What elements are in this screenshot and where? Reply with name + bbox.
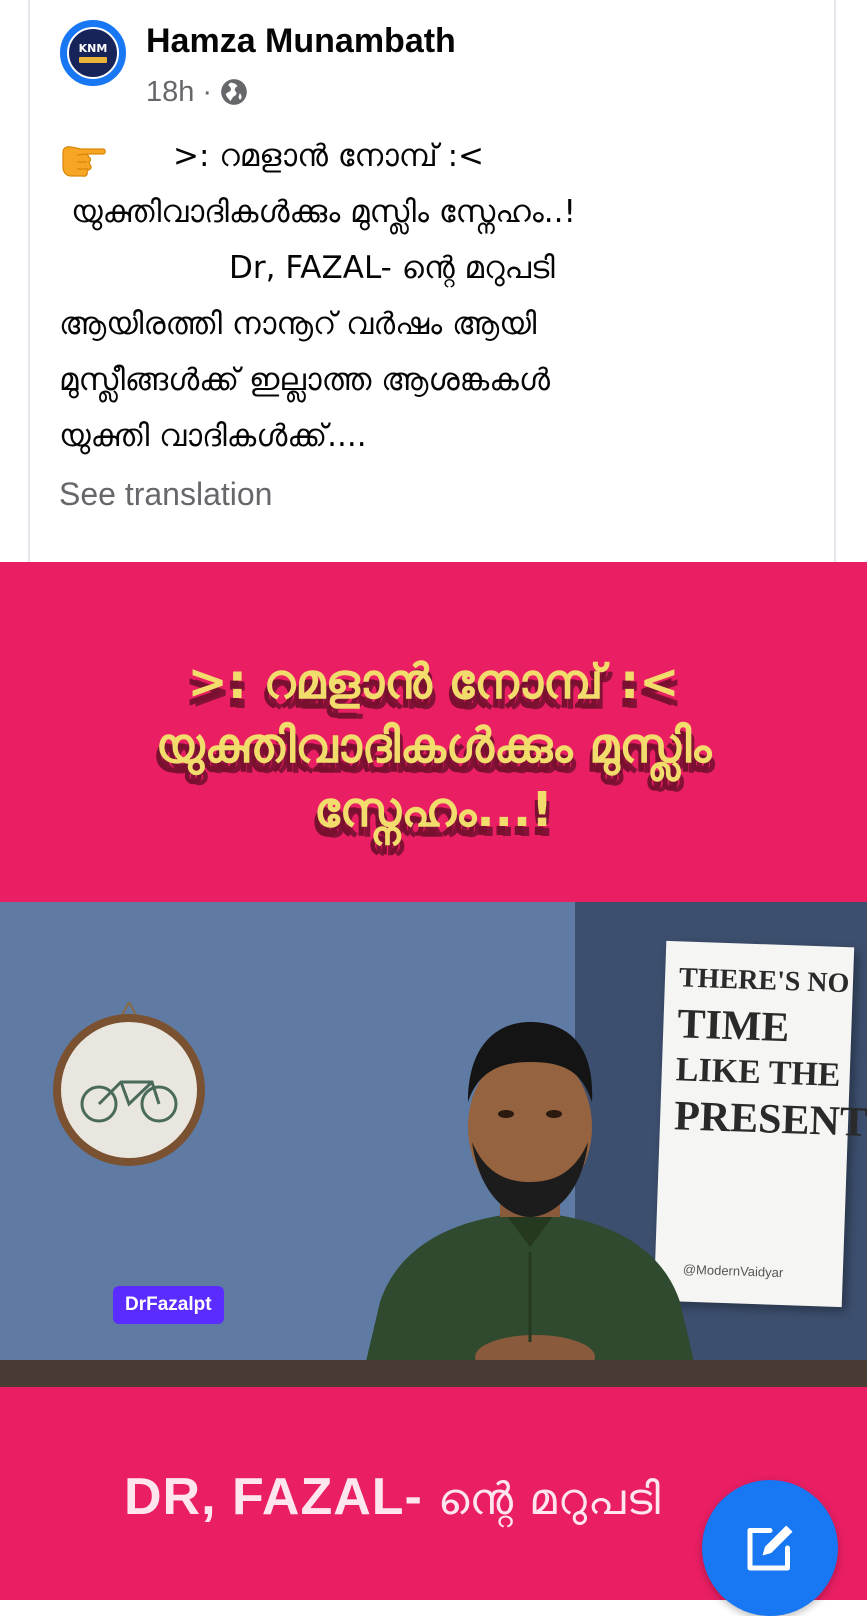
globe-icon[interactable] — [220, 78, 248, 106]
video-headline-line: സ്നേഹം...! — [314, 782, 553, 838]
author-name[interactable]: Hamza Munambath — [146, 22, 456, 61]
post-meta: 18h · — [146, 74, 248, 110]
post-line-5: മുസ്ലീങ്ങൾക്ക് ഇല്ലാത്ത ആശങ്കകൾ — [59, 362, 550, 398]
post-line-3: Dr, FAZAL- ന്റെ മറുപടി — [229, 250, 555, 286]
video-caption: DR, FAZAL- ന്റെ മറുപടി — [124, 1467, 661, 1527]
video-frame: THERE'S NO TIME LIKE THE PRESENT @Modern… — [0, 902, 867, 1387]
wall-clock-image — [53, 1002, 205, 1166]
post-body: >: റമളാൻ നോമ്പ് :< യുക്തിവാദികൾക്കും മുസ… — [59, 128, 819, 464]
post-line-1-text: >: റമളാൻ നോമ്പ് :< — [173, 138, 484, 174]
edit-icon — [747, 1525, 793, 1571]
desk — [0, 1360, 867, 1387]
video-headline-line: >: റമളാൻ നോമ്പ് :< — [187, 654, 680, 710]
channel-badge: DrFazalpt — [113, 1286, 224, 1324]
compose-button[interactable] — [702, 1480, 838, 1616]
avatar-logo-strip — [79, 57, 107, 63]
post-line-6: യുക്തി വാദികൾക്ക്.... — [59, 418, 367, 454]
pointing-hand-icon — [59, 138, 107, 178]
post-timestamp[interactable]: 18h — [146, 76, 194, 109]
post-line-2: യുക്തിവാദികൾക്കും മുസ്ലിം സ്നേഹം..! — [71, 194, 576, 230]
caption-malayalam: ന്റെ മറുപടി — [422, 1474, 662, 1525]
video-headline: >: റമളാൻ നോമ്പ് :< യുക്തിവാദികൾക്കും മുസ… — [0, 650, 867, 842]
avatar-logo-text: KNM — [78, 42, 108, 55]
post-video-thumbnail[interactable]: >: റമളാൻ നോമ്പ് :< യുക്തിവാദികൾക്കും മുസ… — [0, 562, 867, 1600]
meta-separator: · — [202, 75, 213, 108]
post-line-1: >: റമളാൻ നോമ്പ് :< — [59, 128, 819, 184]
post-card: KNM Hamza Munambath 18h · >: റമളാൻ നോമ്പ… — [28, 0, 836, 562]
see-translation-link[interactable]: See translation — [59, 476, 272, 513]
speaker-image — [360, 1022, 700, 1387]
poster-line: THERE'S NO — [678, 962, 850, 1000]
video-headline-line: യുക്തിവാദികൾക്കും മുസ്ലിം — [155, 718, 712, 774]
author-avatar[interactable]: KNM — [60, 20, 126, 86]
caption-latin: DR, FAZAL- — [124, 1468, 423, 1526]
post-line-4: ആയിരത്തി നാനൂറ് വർഷം ആയി — [59, 306, 537, 342]
avatar-logo: KNM — [67, 27, 119, 79]
